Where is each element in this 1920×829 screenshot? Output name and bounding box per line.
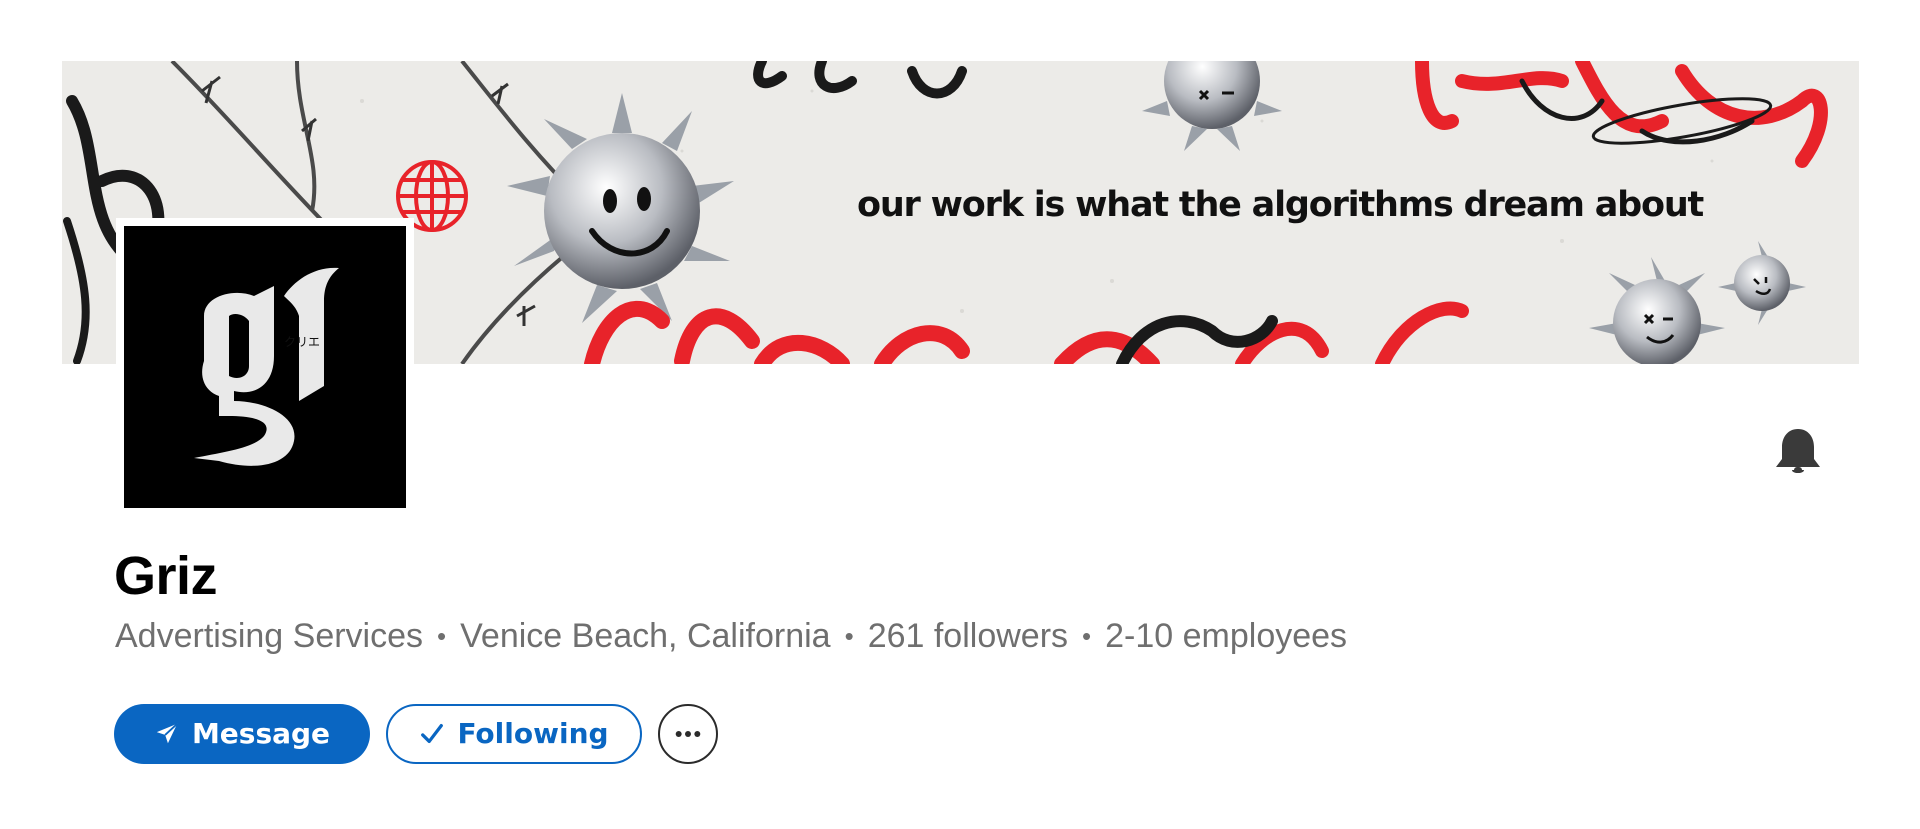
send-icon (154, 721, 180, 747)
more-options-button[interactable] (658, 703, 718, 764)
company-employees[interactable]: 2-10 employees (1105, 617, 1347, 656)
following-button[interactable]: Following (386, 703, 642, 764)
meta-separator: • (1082, 621, 1092, 651)
more-icon (675, 730, 701, 737)
company-name: Griz (114, 546, 218, 606)
meta-separator: • (844, 621, 854, 651)
gothic-g-logo: クリエ (194, 267, 339, 466)
company-industry: Advertising Services (115, 617, 424, 655)
svg-text:クリエ: クリエ (284, 335, 320, 349)
meta-separator: • (437, 621, 447, 651)
company-location: Venice Beach, California (460, 617, 831, 655)
banner-tagline: our work is what the algorithms dream ab… (857, 185, 1704, 225)
company-meta: Advertising Services • Venice Beach, Cal… (115, 617, 1347, 656)
notification-bell-button[interactable] (1772, 425, 1824, 477)
company-followers[interactable]: 261 followers (868, 617, 1068, 656)
profile-actions: Message Following (114, 703, 718, 764)
checkmark-icon (419, 721, 445, 747)
following-button-label: Following (457, 717, 609, 750)
company-logo: クリエ (124, 226, 406, 508)
message-button[interactable]: Message (114, 703, 370, 764)
company-logo-frame[interactable]: クリエ (116, 218, 414, 516)
company-page: our work is what the algorithms dream ab… (0, 0, 1920, 829)
message-button-label: Message (191, 717, 331, 750)
bell-icon (1776, 429, 1820, 473)
